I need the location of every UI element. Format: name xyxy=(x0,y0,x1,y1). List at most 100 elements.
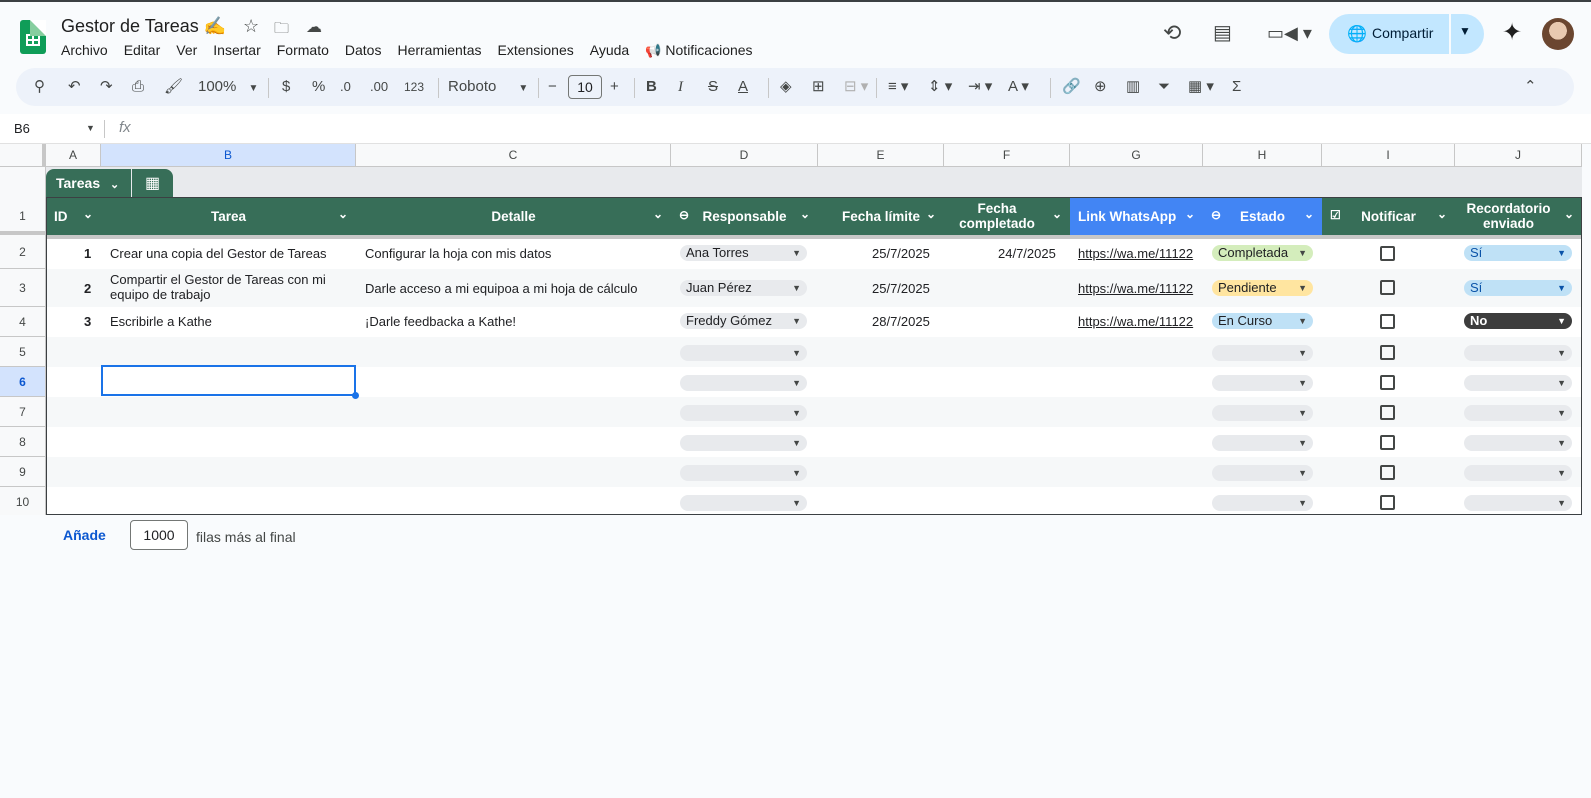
header-responsable[interactable]: ⊖ Responsable ⌄ xyxy=(671,197,818,235)
recordatorio-chip[interactable]: No ▼ xyxy=(1464,313,1572,329)
header-link-whatsapp[interactable]: Link WhatsApp ⌄ xyxy=(1070,197,1203,235)
fill-color-icon[interactable]: ◈ xyxy=(780,78,792,96)
responsable-chip[interactable]: ▼ xyxy=(680,435,807,451)
row-header-9[interactable]: 9 xyxy=(0,457,46,487)
avatar[interactable] xyxy=(1542,18,1574,50)
comments-icon[interactable]: ▤ xyxy=(1213,20,1232,45)
number-format-button[interactable]: 123 xyxy=(404,78,424,96)
row-header-6[interactable]: 6 xyxy=(0,367,46,397)
notificar-checkbox[interactable] xyxy=(1380,375,1395,390)
row-header-5[interactable]: 5 xyxy=(0,337,46,367)
bold-button[interactable]: B xyxy=(646,78,657,96)
estado-chip[interactable]: ▼ xyxy=(1212,345,1313,361)
column-header-e[interactable]: E xyxy=(818,144,944,167)
menu-formato[interactable]: Formato xyxy=(277,42,329,59)
column-header-g[interactable]: G xyxy=(1070,144,1203,167)
select-all-corner[interactable] xyxy=(0,144,46,167)
text-color-button[interactable]: A xyxy=(738,78,748,96)
responsable-chip[interactable]: ▼ xyxy=(680,495,807,511)
cell-id[interactable]: 1 xyxy=(84,246,91,261)
recordatorio-chip[interactable]: ▼ xyxy=(1464,405,1572,421)
menu-archivo[interactable]: Archivo xyxy=(61,42,108,59)
decrease-decimals-button[interactable]: .0 xyxy=(340,78,351,96)
column-header-a[interactable]: A xyxy=(46,144,101,167)
comment-icon[interactable]: ⊕ xyxy=(1094,78,1107,96)
header-estado[interactable]: ⊖ Estado ⌄ xyxy=(1203,197,1322,235)
redo-icon[interactable]: ↷ xyxy=(100,78,113,96)
notificar-checkbox[interactable] xyxy=(1380,405,1395,420)
whatsapp-link[interactable]: https://wa.me/11122 xyxy=(1078,314,1202,329)
responsable-chip[interactable]: ▼ xyxy=(680,375,807,391)
print-icon[interactable]: ⎙ xyxy=(132,78,144,96)
row-header-7[interactable]: 7 xyxy=(0,397,46,427)
recordatorio-chip[interactable]: Sí ▼ xyxy=(1464,245,1572,261)
text-wrap-icon[interactable]: ⇥ ▾ xyxy=(968,78,992,96)
notificar-checkbox[interactable] xyxy=(1380,246,1395,261)
merge-cells-icon[interactable]: ⊟ ▾ xyxy=(844,78,868,96)
history-icon[interactable]: ⟲ xyxy=(1163,20,1181,46)
search-icon[interactable]: ⚲ xyxy=(34,78,45,96)
name-box-dropdown-icon[interactable]: ▼ xyxy=(86,123,95,133)
row-header-2[interactable]: 2 xyxy=(0,235,46,269)
menu-ver[interactable]: Ver xyxy=(176,42,197,59)
responsable-chip[interactable]: ▼ xyxy=(680,345,807,361)
add-rows-button[interactable]: Añade xyxy=(63,527,106,543)
chevron-down-icon[interactable]: ⌄ xyxy=(1437,207,1447,222)
column-header-h[interactable]: H xyxy=(1203,144,1322,167)
increase-decimals-button[interactable]: .00 xyxy=(370,78,388,96)
cell-tarea[interactable]: Compartir el Gestor de Tareas con mi equ… xyxy=(110,272,350,302)
header-fecha-limite[interactable]: Fecha límite ⌄ xyxy=(818,197,944,235)
document-title[interactable]: Gestor de Tareas ✍️ xyxy=(61,16,226,37)
menu-datos[interactable]: Datos xyxy=(345,42,382,59)
recordatorio-chip[interactable]: ▼ xyxy=(1464,465,1572,481)
responsable-chip[interactable]: ▼ xyxy=(680,405,807,421)
column-header-i[interactable]: I xyxy=(1322,144,1455,167)
link-icon[interactable]: 🔗 xyxy=(1062,78,1081,96)
recordatorio-chip[interactable]: ▼ xyxy=(1464,375,1572,391)
borders-icon[interactable]: ⊞ xyxy=(812,78,825,96)
fill-handle[interactable] xyxy=(352,392,359,399)
recordatorio-chip[interactable]: ▼ xyxy=(1464,435,1572,451)
header-detalle[interactable]: Detalle ⌄ xyxy=(356,197,671,235)
cell-tarea[interactable]: Escribirle a Kathe xyxy=(110,314,212,329)
gemini-icon[interactable]: ✦ xyxy=(1502,18,1522,47)
chevron-down-icon[interactable]: ⌄ xyxy=(1564,207,1574,222)
notificar-checkbox[interactable] xyxy=(1380,465,1395,480)
row-header-3[interactable]: 3 xyxy=(0,269,46,307)
chevron-down-icon[interactable]: ⌄ xyxy=(83,207,93,222)
sheets-logo-icon[interactable] xyxy=(20,20,46,54)
cloud-status-icon[interactable]: ☁ xyxy=(306,17,322,37)
font-size-decrease-icon[interactable]: − xyxy=(548,78,557,96)
recordatorio-chip[interactable]: ▼ xyxy=(1464,345,1572,361)
estado-chip[interactable]: En Curso ▼ xyxy=(1212,313,1313,329)
menu-ayuda[interactable]: Ayuda xyxy=(590,42,629,59)
font-select[interactable]: Roboto ▼ xyxy=(448,78,528,98)
recordatorio-chip[interactable]: ▼ xyxy=(1464,495,1572,511)
header-tarea[interactable]: Tarea ⌄ xyxy=(101,197,356,235)
cell-fecha-completado[interactable]: 24/7/2025 xyxy=(998,246,1056,261)
column-header-f[interactable]: F xyxy=(944,144,1070,167)
cell-tarea[interactable]: Crear una copia del Gestor de Tareas xyxy=(110,246,327,261)
estado-chip[interactable]: ▼ xyxy=(1212,495,1313,511)
header-recordatorio[interactable]: Recordatorio enviado ⌄ xyxy=(1455,197,1582,235)
vertical-align-icon[interactable]: ⇕ ▾ xyxy=(928,78,952,96)
name-box[interactable]: B6 xyxy=(14,121,30,136)
header-fecha-completado[interactable]: Fecha completado ⌄ xyxy=(944,197,1070,235)
chevron-down-icon[interactable]: ⌄ xyxy=(1052,207,1062,222)
estado-chip[interactable]: ▼ xyxy=(1212,465,1313,481)
responsable-chip[interactable]: Juan Pérez ▼ xyxy=(680,280,807,296)
column-header-c[interactable]: C xyxy=(356,144,671,167)
responsable-chip[interactable]: Ana Torres ▼ xyxy=(680,245,807,261)
table-menu-icon[interactable]: ▦ xyxy=(132,169,173,197)
row-header-8[interactable]: 8 xyxy=(0,427,46,457)
selected-cell-b6[interactable] xyxy=(101,365,356,396)
chevron-down-icon[interactable]: ⌄ xyxy=(338,207,348,222)
menu-insertar[interactable]: Insertar xyxy=(213,42,260,59)
chevron-down-icon[interactable]: ⌄ xyxy=(926,207,936,222)
collapse-toolbar-icon[interactable]: ⌃ xyxy=(1524,78,1537,96)
font-size-increase-icon[interactable]: + xyxy=(610,78,619,96)
estado-chip[interactable]: ▼ xyxy=(1212,375,1313,391)
add-rows-count-input[interactable]: 1000 xyxy=(130,520,188,550)
menu-notificaciones[interactable]: 📢 Notificaciones xyxy=(645,42,768,59)
functions-button[interactable]: Σ xyxy=(1232,78,1241,96)
